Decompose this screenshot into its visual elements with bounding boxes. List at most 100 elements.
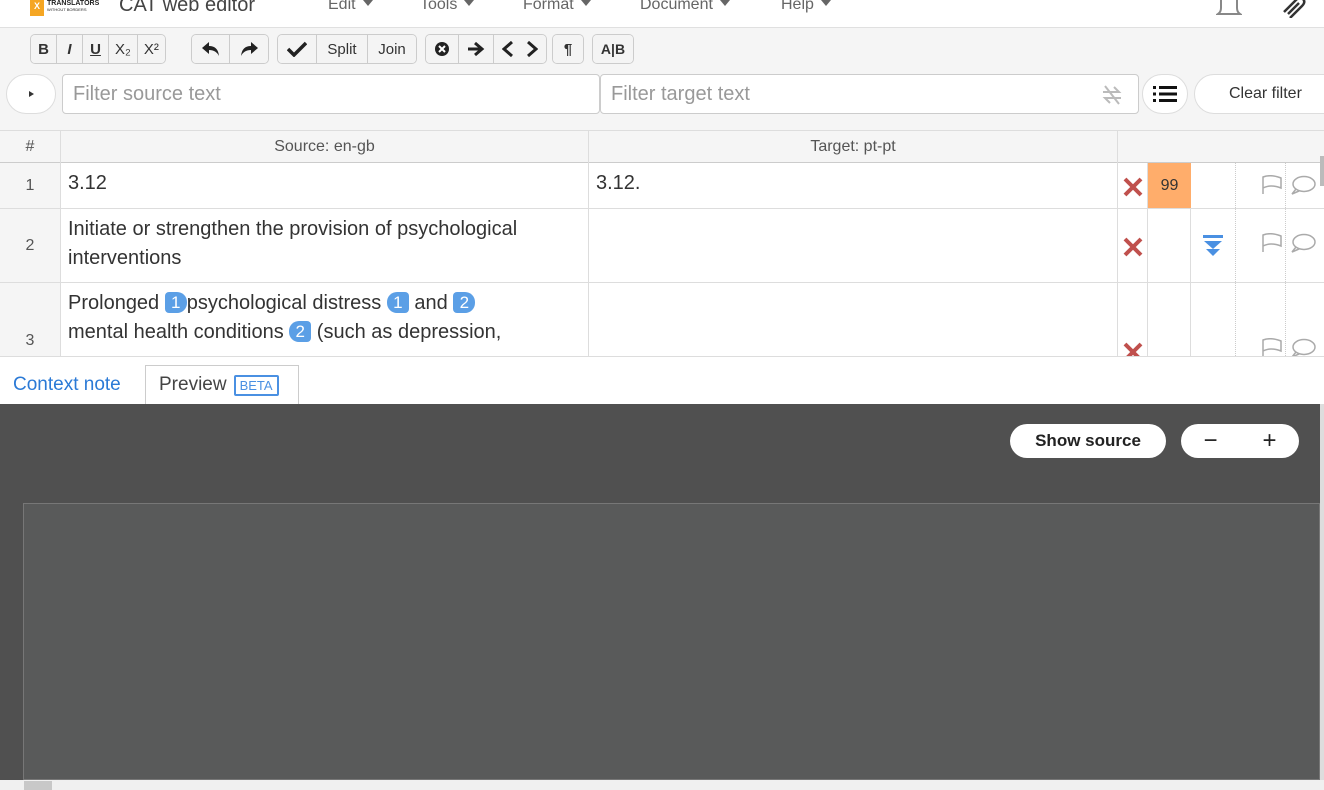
match-cell [1148,283,1191,356]
header-target: Target: pt-pt [589,131,1118,163]
menu-help[interactable]: Help [781,0,831,14]
subscript-button[interactable]: X₂ [109,35,138,63]
underline-button[interactable]: U [83,35,109,63]
spellcheck-button-group: A|B [592,34,634,64]
comment-cell [1286,209,1324,282]
flag-cell [1236,209,1286,282]
arrow-right-icon [468,41,485,57]
tab-context-note[interactable]: Context note [13,365,121,404]
source-filter-input[interactable] [62,74,600,114]
show-source-button[interactable]: Show source [1010,424,1166,458]
redo-button[interactable] [230,35,268,63]
zoom-in-button[interactable]: + [1250,424,1290,458]
italic-button[interactable]: I [57,35,83,63]
menu-tools-label: Tools [420,0,458,13]
menu-tools[interactable]: Tools [420,0,475,14]
tags-button[interactable] [494,35,546,63]
segment-row-2[interactable]: 2 Initiate or strengthen the provision o… [0,209,1324,283]
chevron-down-icon [464,0,475,6]
superscript-button[interactable]: X² [137,35,165,63]
filter-options-button[interactable] [1142,74,1188,114]
segment-source[interactable]: Prolonged 1 psychological distress 1 and … [61,283,589,356]
segment-target[interactable]: 3.12. [589,163,1118,208]
flag-icon[interactable] [1261,233,1283,253]
menu-bar: X TRANSLATORS WITHOUT BORDERS CAT web ed… [0,0,1324,28]
machine-translation-icon[interactable] [1202,235,1224,259]
show-whitespace-button[interactable]: ¶ [553,35,583,63]
zoom-out-button[interactable]: − [1191,424,1231,458]
match-cell [1148,209,1191,282]
menu-format-label: Format [523,0,574,13]
app-title: CAT web editor [119,0,255,16]
tag-button-group [425,34,547,64]
comment-icon[interactable] [1290,175,1316,195]
segment-number: 2 [0,209,61,282]
clear-target-button[interactable] [426,35,459,63]
zoom-control: − + [1181,424,1299,458]
swap-arrows-icon[interactable] [1100,84,1124,106]
preview-canvas[interactable] [23,503,1320,780]
segment-target[interactable] [589,283,1118,356]
chevron-down-icon [820,0,831,6]
attachment-icon[interactable] [1280,0,1306,18]
origin-cell [1191,209,1236,282]
clear-filter-button[interactable]: Clear filter [1194,74,1324,114]
flag-icon[interactable] [1261,338,1283,356]
origin-cell [1191,283,1236,356]
logo-mark: X [30,0,44,16]
error-x-icon[interactable] [1122,341,1144,356]
inline-tag-open[interactable]: 2 [453,292,476,313]
segment-target[interactable] [589,209,1118,282]
inline-tag-close[interactable]: 1 [386,292,409,313]
logo-text-sub: WITHOUT BORDERS [47,7,87,12]
flag-icon[interactable] [1261,175,1283,195]
scrollbar-thumb[interactable] [24,781,52,790]
undo-button[interactable] [192,35,230,63]
confirm-button[interactable] [278,35,317,63]
match-cell: 99 [1148,163,1191,208]
bold-button[interactable]: B [31,35,57,63]
bottom-panel-tabs: Context note Preview BETA [0,356,1324,405]
target-filter-input[interactable] [600,74,1139,114]
error-x-icon[interactable] [1122,176,1144,198]
tab-preview-label: Preview [159,374,227,395]
format-button-group: B I U X₂ X² [30,34,166,64]
undo-icon [201,42,219,56]
comment-icon[interactable] [1290,233,1316,253]
notification-bell-icon[interactable] [1216,0,1242,18]
tab-preview[interactable]: Preview BETA [145,365,299,405]
split-button[interactable]: Split [317,35,368,63]
beta-badge: BETA [233,374,279,396]
history-button-group [191,34,269,64]
horizontal-scrollbar[interactable] [0,780,1324,790]
expand-filter-button[interactable] [6,74,56,114]
menu-format[interactable]: Format [523,0,591,14]
close-circle-icon [435,42,449,56]
segment-source[interactable]: Initiate or strengthen the provision of … [61,209,589,282]
grid-scrollbar[interactable] [1320,156,1324,186]
segment-row-3[interactable]: 3 Prolonged 1 psychological distress 1 an… [0,283,1324,356]
segment-source[interactable]: 3.12 [61,163,589,208]
menu-document-label: Document [640,0,713,13]
comment-cell [1286,283,1324,356]
preview-vertical-scrollbar[interactable] [1320,404,1324,780]
menu-help-label: Help [781,0,814,13]
comment-icon[interactable] [1290,338,1316,356]
code-tags-icon [502,40,538,58]
error-x-icon[interactable] [1122,236,1144,258]
play-small-icon [29,91,34,97]
logo-text-main: TRANSLATORS [47,0,100,7]
menu-edit[interactable]: Edit [328,0,373,14]
match-score-badge[interactable]: 99 [1148,163,1191,208]
redo-icon [241,42,258,56]
spellcheck-button[interactable]: A|B [593,35,633,63]
copy-source-button[interactable] [459,35,494,63]
segment-number: 1 [0,163,61,208]
inline-tag-open[interactable]: 1 [164,292,187,313]
segment-row-1[interactable]: 1 3.12 3.12. 99 [0,163,1324,209]
inline-tag-close[interactable]: 2 [289,321,312,342]
chevron-down-icon [580,0,591,6]
source-text: Prolonged [68,292,165,314]
join-button[interactable]: Join [368,35,416,63]
menu-document[interactable]: Document [640,0,730,14]
